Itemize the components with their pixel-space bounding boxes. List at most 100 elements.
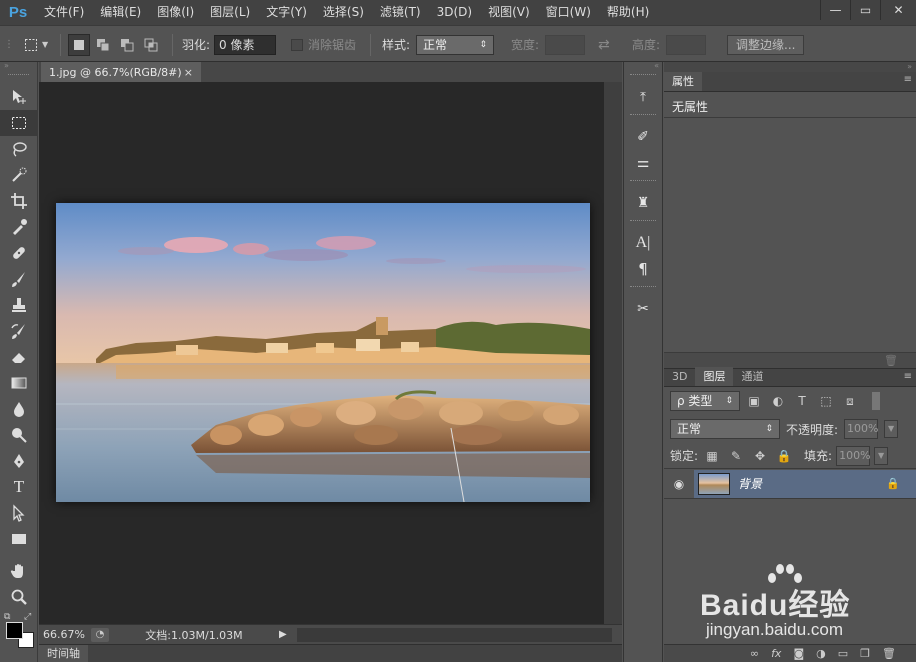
menu-item-6[interactable]: 滤镜(T)	[372, 0, 429, 25]
subtract-selection-button[interactable]	[116, 34, 138, 56]
status-menu-icon[interactable]: ▶	[279, 629, 287, 640]
menu-item-1[interactable]: 编辑(E)	[92, 0, 149, 25]
tab-layers[interactable]: 图层	[695, 367, 734, 386]
character-panel-button[interactable]: A|	[624, 230, 662, 256]
tool-presets-button[interactable]: ✂	[624, 296, 662, 322]
width-input[interactable]	[545, 34, 586, 55]
pen-tool[interactable]	[0, 448, 38, 474]
vertical-scrollbar[interactable]	[604, 82, 622, 624]
menu-item-2[interactable]: 图像(I)	[149, 0, 202, 25]
horizontal-scrollbar[interactable]	[296, 627, 612, 642]
eraser-tool[interactable]	[0, 344, 38, 370]
expand-icon[interactable]: «	[624, 62, 662, 70]
shape-tool[interactable]	[0, 526, 38, 552]
visibility-eye-icon[interactable]: ◉	[664, 477, 694, 491]
filter-pixel-icon[interactable]: ▣	[744, 392, 764, 410]
layer-filter-select[interactable]: ρ 类型 ⇕	[670, 391, 740, 411]
tool-preset-picker[interactable]: ⋮	[4, 26, 14, 63]
paragraph-panel-button[interactable]: ¶	[624, 256, 662, 282]
filter-type-icon[interactable]: T	[792, 392, 812, 410]
new-selection-button[interactable]	[68, 33, 90, 56]
default-colors-icon[interactable]: ⧉	[4, 612, 10, 622]
brush-panel-button[interactable]: ✐	[624, 124, 662, 150]
minimize-button[interactable]: —	[820, 0, 850, 20]
dodge-tool[interactable]	[0, 422, 38, 448]
hand-tool[interactable]	[0, 558, 38, 584]
filter-shape-icon[interactable]: ⬚	[816, 392, 836, 410]
close-tab-icon[interactable]: ×	[184, 66, 193, 79]
menu-item-8[interactable]: 视图(V)	[480, 0, 538, 25]
collapse-icon[interactable]: »	[0, 62, 37, 72]
opacity-input[interactable]: 100%	[844, 419, 879, 439]
crop-tool[interactable]	[0, 188, 38, 214]
adjustment-layer-icon[interactable]: ◑	[816, 647, 826, 660]
blend-mode-select[interactable]: 正常 ⇕	[670, 419, 780, 439]
refine-edge-button[interactable]: 调整边缘...	[727, 34, 805, 55]
menu-item-4[interactable]: 文字(Y)	[258, 0, 315, 25]
lasso-tool[interactable]	[0, 136, 38, 162]
fill-dropdown[interactable]: ▼	[874, 446, 889, 465]
menu-item-7[interactable]: 3D(D)	[429, 0, 480, 25]
new-layer-icon[interactable]: ❐	[860, 647, 870, 660]
lock-transparent-icon[interactable]: ▦	[702, 447, 722, 465]
history-brush-tool[interactable]	[0, 318, 38, 344]
marquee-preset-button[interactable]: ▼	[20, 26, 48, 63]
zoom-tool[interactable]	[0, 584, 38, 610]
feather-input[interactable]: 0 像素	[214, 34, 277, 55]
layers-menu-icon[interactable]: ≡	[904, 371, 912, 382]
link-layers-icon[interactable]: ∞	[750, 647, 759, 660]
add-selection-button[interactable]	[92, 34, 114, 56]
menu-item-0[interactable]: 文件(F)	[36, 0, 92, 25]
export-icon[interactable]: ◔	[91, 627, 109, 642]
menu-item-5[interactable]: 选择(S)	[315, 0, 372, 25]
timeline-tab[interactable]: 时间轴	[39, 645, 88, 662]
adjustments-panel-button[interactable]: ⚌	[624, 150, 662, 176]
filter-smart-icon[interactable]: ⧈	[840, 392, 860, 410]
eyedropper-tool[interactable]	[0, 214, 38, 240]
panel-menu-icon[interactable]: ≡	[904, 74, 912, 85]
zoom-level[interactable]: 66.67%	[39, 628, 91, 641]
tab-properties[interactable]: 属性	[664, 72, 702, 91]
swap-button[interactable]: ⇄	[598, 26, 610, 63]
path-select-tool[interactable]	[0, 500, 38, 526]
marquee-tool[interactable]	[0, 110, 38, 136]
photo-canvas[interactable]	[56, 203, 590, 502]
document-tab[interactable]: 1.jpg @ 66.7%(RGB/8#) ×	[41, 62, 201, 82]
tab-channels[interactable]: 通道	[733, 367, 771, 386]
quick-select-tool[interactable]	[0, 162, 38, 188]
lock-pixels-icon[interactable]: ✎	[726, 447, 746, 465]
healing-tool[interactable]	[0, 240, 38, 266]
menu-item-3[interactable]: 图层(L)	[202, 0, 258, 25]
filter-adjust-icon[interactable]: ◐	[768, 392, 788, 410]
clone-source-panel-button[interactable]: ♜	[624, 190, 662, 216]
brush-tool[interactable]	[0, 266, 38, 292]
lock-position-icon[interactable]: ✥	[750, 447, 770, 465]
lock-all-icon[interactable]: 🔒	[774, 447, 794, 465]
foreground-color-swatch[interactable]	[6, 622, 23, 639]
close-button[interactable]: ✕	[880, 0, 916, 20]
swap-colors-icon[interactable]: ⤢	[24, 612, 31, 622]
layer-style-icon[interactable]: fx	[771, 647, 781, 660]
blur-tool[interactable]	[0, 396, 38, 422]
antialias-checkbox[interactable]	[291, 38, 303, 51]
collapse-panels-icon[interactable]: »	[664, 62, 916, 72]
trash-icon[interactable]: 🗑	[884, 354, 898, 367]
canvas-area[interactable]	[39, 82, 604, 624]
height-input[interactable]	[666, 34, 707, 55]
move-tool[interactable]	[0, 84, 38, 110]
menu-item-9[interactable]: 窗口(W)	[538, 0, 599, 25]
tab-3d[interactable]: 3D	[664, 367, 695, 386]
style-select[interactable]: 正常 ⇕	[416, 34, 495, 55]
type-tool[interactable]: T	[0, 474, 38, 500]
gradient-tool[interactable]	[0, 370, 38, 396]
delete-layer-icon[interactable]: 🗑	[882, 647, 896, 660]
history-panel-button[interactable]: ⤒	[624, 84, 662, 110]
intersect-selection-button[interactable]	[140, 34, 162, 56]
add-mask-icon[interactable]: ◙	[793, 647, 804, 660]
layer-row-background[interactable]: ◉ 背景 🔒	[664, 469, 916, 499]
filter-toggle[interactable]	[872, 392, 880, 410]
stamp-tool[interactable]	[0, 292, 38, 318]
maximize-button[interactable]: ▭	[850, 0, 880, 20]
opacity-dropdown[interactable]: ▼	[884, 420, 899, 438]
fill-input[interactable]: 100%	[836, 445, 871, 466]
